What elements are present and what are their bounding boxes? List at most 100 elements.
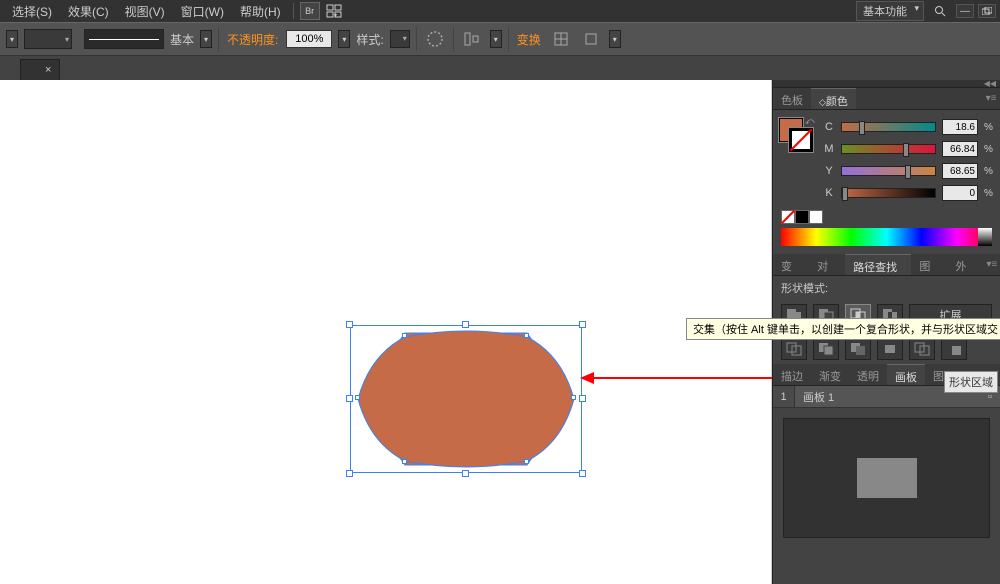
stroke-style-arrow[interactable]: ▾ — [200, 30, 212, 48]
arrange-docs-icon[interactable]: ▾ — [324, 2, 344, 20]
stroke-color-swatch[interactable] — [789, 128, 813, 152]
tab-color[interactable]: ◇颜色 — [811, 88, 856, 109]
yellow-slider[interactable] — [841, 166, 936, 176]
magenta-slider[interactable] — [841, 144, 936, 154]
tab-graphic[interactable]: 图形 — [911, 254, 947, 275]
align-icon[interactable] — [460, 27, 484, 51]
pct-label: % — [984, 144, 994, 155]
stroke-preview[interactable] — [84, 29, 164, 49]
cyan-input[interactable] — [942, 119, 978, 135]
black-slider[interactable] — [841, 188, 936, 198]
menu-help[interactable]: 帮助(H) — [232, 3, 289, 20]
anchor-point[interactable] — [524, 459, 529, 464]
anchor-point[interactable] — [402, 459, 407, 464]
document-tab-bar: × — [0, 56, 1000, 80]
sep — [508, 27, 509, 51]
anchor-point[interactable] — [355, 395, 360, 400]
opacity-input[interactable] — [286, 30, 332, 48]
panel-collapse-bar[interactable]: ◀◀ — [773, 80, 1000, 88]
pct-label: % — [984, 166, 994, 177]
fill-dropdown-arrow[interactable]: ▾ — [6, 30, 18, 48]
pathfinder-trim-button[interactable] — [813, 338, 839, 360]
none-swatch[interactable] — [781, 210, 795, 224]
cyan-slider[interactable] — [841, 122, 936, 132]
top-menubar: 选择(S) 效果(C) 视图(V) 窗口(W) 帮助(H) Br ▾ 基本功能 … — [0, 0, 1000, 22]
tab-pathfinder[interactable]: 路径查找器 — [845, 254, 911, 275]
resize-handle-br[interactable] — [579, 470, 586, 477]
black-label: K — [823, 187, 835, 199]
sep — [416, 27, 417, 51]
panel-menu-icon[interactable]: ▾≡ — [984, 254, 1000, 275]
resize-handle-ml[interactable] — [346, 395, 353, 402]
anchor-point[interactable] — [402, 333, 407, 338]
transform-constrain-icon[interactable] — [549, 27, 573, 51]
white-swatch[interactable] — [809, 210, 823, 224]
pathfinder-crop-button[interactable] — [877, 338, 903, 360]
tab-stroke[interactable]: 描边 — [773, 364, 811, 385]
anchor-point[interactable] — [524, 333, 529, 338]
pathfinder-divide-button[interactable] — [781, 338, 807, 360]
swap-fill-stroke-icon[interactable]: ⤺ — [805, 116, 815, 127]
panel-menu-icon[interactable]: ▾≡ — [982, 88, 1000, 109]
tab-transparency[interactable]: 透明 — [849, 364, 887, 385]
selected-shape-bounds — [350, 325, 582, 473]
tab-gradient[interactable]: 渐变 — [811, 364, 849, 385]
opacity-arrow[interactable]: ▾ — [338, 30, 350, 48]
black-swatch[interactable] — [795, 210, 809, 224]
cmyk-sliders: C % M % Y % K — [823, 116, 994, 204]
annotation-arrow — [580, 368, 772, 388]
workspace-dropdown[interactable]: 基本功能 — [856, 1, 924, 21]
selection-bounding-box — [350, 325, 582, 473]
bridge-icon[interactable]: Br — [300, 2, 320, 20]
fill-swatch[interactable]: ▾ — [24, 29, 72, 49]
isolate-icon[interactable] — [579, 27, 603, 51]
magenta-label: M — [823, 143, 835, 155]
opacity-label: 不透明度: — [225, 31, 280, 48]
magenta-input[interactable] — [942, 141, 978, 157]
tab-swatches[interactable]: 色板 — [773, 88, 811, 109]
menu-divider — [293, 3, 294, 19]
maximize-button[interactable] — [978, 4, 996, 18]
resize-handle-bc[interactable] — [462, 470, 469, 477]
style-swatch[interactable]: ▾ — [390, 30, 410, 48]
color-panel: ⤺ C % M % Y — [773, 110, 1000, 254]
black-input[interactable] — [942, 185, 978, 201]
pathfinder-minus-back-button[interactable] — [941, 338, 967, 360]
minimize-button[interactable]: — — [956, 4, 974, 18]
align-arrow[interactable]: ▾ — [490, 30, 502, 48]
canvas-area[interactable] — [0, 80, 772, 584]
tab-appearance[interactable]: 外观 — [948, 254, 984, 275]
artboard-thumbnail — [857, 458, 917, 498]
resize-handle-bl[interactable] — [346, 470, 353, 477]
tab-close-icon[interactable]: × — [45, 64, 51, 76]
pathfinder-intersect-tooltip: 交集（按住 Alt 键单击，以创建一个复合形状，并与形状区域交 — [686, 318, 1000, 340]
search-icon[interactable] — [930, 2, 950, 20]
style-label: 样式: — [356, 31, 383, 48]
tab-artboards[interactable]: 画板 — [887, 364, 925, 385]
transform-arrow[interactable]: ▾ — [609, 30, 621, 48]
menu-window[interactable]: 窗口(W) — [173, 3, 232, 20]
color-spectrum[interactable] — [781, 228, 992, 246]
artboard-preview — [783, 418, 990, 538]
transform-label[interactable]: 变换 — [515, 31, 543, 48]
resize-handle-mr[interactable] — [579, 395, 586, 402]
pathfinder-merge-button[interactable] — [845, 338, 871, 360]
document-tab[interactable]: × — [20, 59, 60, 80]
resize-handle-tr[interactable] — [579, 321, 586, 328]
pct-label: % — [984, 122, 994, 133]
resize-handle-tc[interactable] — [462, 321, 469, 328]
menu-view[interactable]: 视图(V) — [117, 3, 173, 20]
options-toolbar: ▾ ▾ 基本 ▾ 不透明度: ▾ 样式: ▾ ▾ 变换 ▾ — [0, 22, 1000, 56]
menu-select[interactable]: 选择(S) — [4, 3, 60, 20]
pathfinder-outline-button[interactable] — [909, 338, 935, 360]
resize-handle-tl[interactable] — [346, 321, 353, 328]
cyan-label: C — [823, 121, 835, 133]
svg-text:▾: ▾ — [334, 13, 337, 18]
tab-align[interactable]: 对齐 — [809, 254, 845, 275]
recolor-icon[interactable] — [423, 27, 447, 51]
yellow-input[interactable] — [942, 163, 978, 179]
tab-transform[interactable]: 变换 — [773, 254, 809, 275]
anchor-point[interactable] — [571, 395, 576, 400]
menu-effect[interactable]: 效果(C) — [60, 3, 117, 20]
stroke-style-label: 基本 — [170, 31, 194, 48]
